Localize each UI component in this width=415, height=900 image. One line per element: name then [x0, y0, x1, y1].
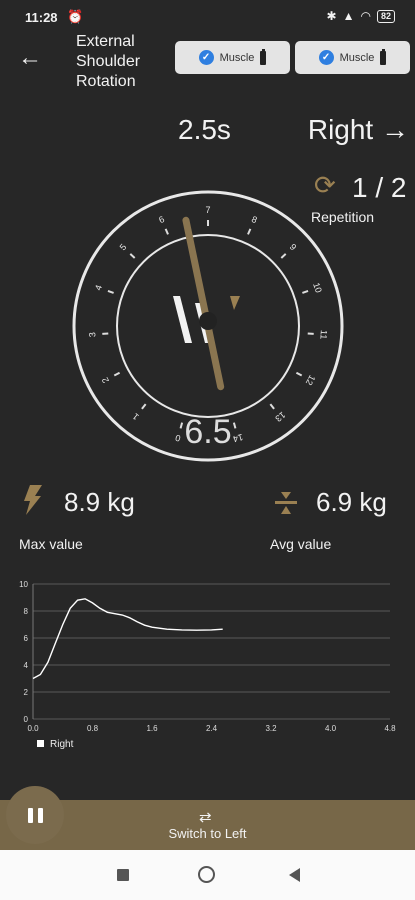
gauge-tick-label: 7: [205, 205, 210, 215]
gauge-tick: [129, 253, 136, 259]
x-tick-label: 0.8: [87, 724, 99, 733]
gauge-tick-label: 11: [318, 330, 329, 340]
check-icon: ✓: [198, 50, 214, 65]
y-tick-label: 4: [24, 661, 29, 670]
wifi-icon: ◠: [360, 9, 371, 23]
legend-label: Right: [50, 739, 74, 750]
logo-icon: [173, 296, 192, 343]
exercise-title: External Shoulder Rotation: [76, 33, 141, 90]
home-icon[interactable]: [198, 866, 215, 883]
gauge-tick: [269, 403, 275, 410]
battery-icon: [260, 48, 267, 65]
status-icons: ✱ ▲ ◠ 82: [327, 9, 395, 23]
gauge-tick: [164, 228, 169, 235]
switch-icon: ⇄: [199, 809, 212, 826]
arrow-left-icon: ←: [18, 44, 42, 71]
legend-swatch: [37, 740, 44, 747]
max-label: Max value: [19, 536, 83, 552]
gauge-tick-label: 9: [288, 242, 299, 252]
battery-icon: [380, 48, 387, 65]
sensor-label: Muscle: [339, 51, 375, 64]
back-button[interactable]: ←: [18, 46, 42, 70]
x-tick-label: 0.0: [27, 724, 39, 733]
gauge-tick-label: 3: [87, 332, 97, 338]
gauge-tick-label: 12: [304, 373, 318, 387]
gauge-tick-label: 6: [157, 214, 166, 225]
y-tick-label: 8: [24, 607, 29, 616]
gauge-tick: [247, 228, 252, 235]
y-tick-label: 10: [19, 580, 28, 589]
gauge-tick: [113, 371, 121, 377]
sensor-label: Muscle: [219, 51, 255, 64]
gauge-tick-label: 8: [250, 214, 259, 225]
switch-label[interactable]: Switch to Left: [130, 826, 285, 841]
y-tick-label: 2: [24, 688, 29, 697]
gauge-tick: [295, 371, 303, 377]
gauge-tick: [302, 290, 309, 294]
avg-value: 6.9 kg: [316, 487, 387, 517]
gauge-needle: [182, 216, 225, 391]
gauge-tick-label: 4: [93, 284, 104, 292]
x-tick-label: 1.6: [146, 724, 158, 733]
gauge-tick-label: 13: [273, 410, 287, 424]
side-label[interactable]: Right →: [308, 114, 409, 146]
gauge-value: 6.5: [184, 413, 232, 451]
repetition-count: 1 / 2: [352, 172, 407, 203]
force-chart: 0 2 4 6 8 10 0.0 0.8 1.6 2.4 3.2 4.0 4.8 Right: [19, 580, 396, 750]
logo-icon: [230, 296, 240, 310]
signal-icon: ▲: [342, 9, 355, 23]
x-tick-label: 3.2: [265, 724, 277, 733]
gauge-tick: [107, 290, 114, 294]
status-time: 11:28: [25, 10, 58, 25]
lightning-icon: [24, 485, 42, 515]
gauge-tick-label: 1: [131, 411, 141, 422]
recents-icon[interactable]: [117, 869, 129, 881]
gauge-tick-label: 2: [100, 376, 111, 385]
max-value: 8.9 kg: [64, 487, 135, 517]
gauge-tick-label: 5: [118, 242, 129, 252]
gauge-tick: [280, 253, 287, 259]
alarm-icon: ⏰: [67, 9, 84, 24]
average-icon: [275, 492, 297, 514]
battery-icon: 82: [376, 9, 395, 23]
timer: 2.5s: [178, 114, 231, 145]
y-tick-label: 6: [24, 634, 29, 643]
gauge-tick-label: 10: [311, 281, 324, 294]
x-tick-label: 4.8: [384, 724, 396, 733]
x-tick-label: 2.4: [206, 724, 218, 733]
avg-label: Avg value: [270, 536, 332, 552]
back-nav-icon[interactable]: [289, 868, 300, 882]
x-tick-label: 4.0: [325, 724, 337, 733]
sensor-button-2[interactable]: ✓ Muscle: [295, 41, 410, 74]
pause-icon: [27, 807, 33, 823]
pause-button[interactable]: [6, 786, 64, 844]
bluetooth-icon: ✱: [326, 9, 337, 23]
y-tick-label: 0: [24, 715, 29, 724]
gauge-tick: [141, 403, 147, 410]
check-icon: ✓: [318, 50, 334, 65]
sensor-button-1[interactable]: ✓ Muscle: [175, 41, 290, 74]
